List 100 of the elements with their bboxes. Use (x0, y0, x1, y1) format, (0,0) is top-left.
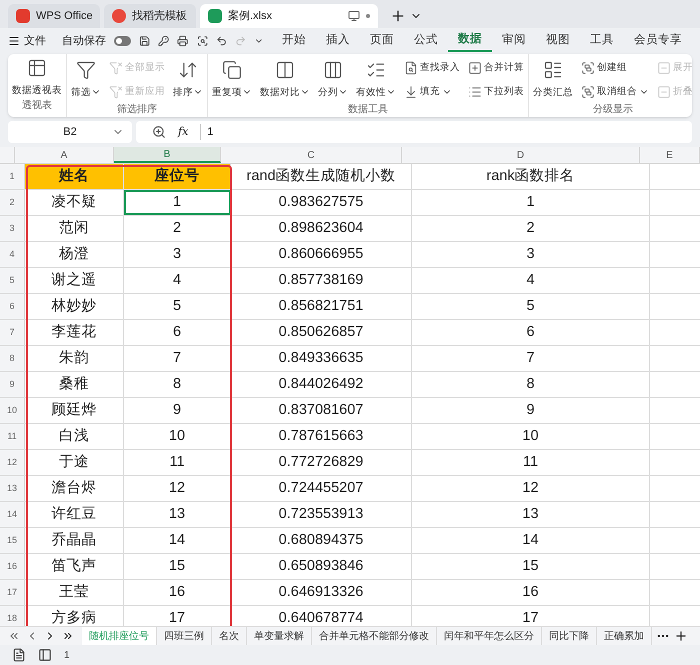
ribbon-button[interactable]: 筛选 (69, 60, 103, 100)
preview-icon[interactable] (196, 34, 208, 48)
autosave-toggle[interactable] (114, 36, 131, 46)
table-cell: 1 (412, 190, 650, 215)
menu-tab[interactable]: 视图 (536, 30, 580, 52)
status-count: 1 (64, 648, 70, 662)
table-cell: 笛飞声 (25, 554, 124, 579)
table-cell: 9 (412, 398, 650, 423)
table-cell: 13 (124, 502, 231, 527)
menu-tab[interactable]: 开始 (272, 30, 316, 52)
add-sheet-icon[interactable] (674, 629, 688, 643)
ribbon-button[interactable]: 重复项 (210, 60, 254, 100)
name-box[interactable]: B2 (8, 121, 132, 143)
group-title: 分级显示 (592, 103, 634, 117)
table-cell: 座位号 (124, 164, 231, 189)
menu-tab[interactable]: 页面 (360, 30, 404, 52)
new-tab-icon[interactable] (390, 8, 406, 24)
sheet-tab[interactable]: 随机排座位号 (82, 626, 157, 646)
sort-icon (178, 60, 198, 80)
ribbon-button[interactable]: 查找录入 (402, 58, 462, 78)
ribbon-button[interactable]: 填充 (402, 82, 462, 102)
menu-tab[interactable]: 会员专享 (624, 30, 692, 52)
logo-icon (112, 9, 126, 23)
square-plus-icon (468, 61, 482, 75)
zoom-icon[interactable] (152, 125, 166, 139)
ribbon-button[interactable]: 下拉列表 (466, 82, 526, 102)
table-cell: 11 (124, 450, 231, 475)
sheet-icon (208, 9, 222, 23)
menu-tab[interactable]: 插入 (316, 30, 360, 52)
print-icon[interactable] (177, 34, 189, 48)
ribbon-button[interactable]: 数据对比 (258, 60, 312, 100)
row-header[interactable]: 11 (0, 424, 25, 449)
group-title: 透视表 (21, 98, 53, 114)
ribbon-button[interactable]: 分列 (316, 60, 350, 100)
key-icon[interactable] (158, 34, 170, 48)
column-header[interactable]: E (640, 147, 700, 163)
row-header[interactable]: 10 (0, 398, 25, 423)
last-sheet-icon[interactable] (62, 630, 74, 642)
file-menu[interactable]: 文件 (8, 32, 46, 50)
first-sheet-icon[interactable] (8, 630, 20, 642)
row-header[interactable]: 5 (0, 268, 25, 293)
undo-icon[interactable] (216, 34, 228, 48)
filter-off-icon (109, 61, 123, 75)
column-header[interactable]: B (114, 147, 221, 163)
column-header[interactable]: C (221, 147, 402, 163)
row-header[interactable]: 9 (0, 372, 25, 397)
row-header[interactable]: 13 (0, 476, 25, 501)
row-header[interactable]: 4 (0, 242, 25, 267)
app-tab[interactable]: WPS Office (8, 4, 100, 28)
app-tab[interactable]: 案例.xlsx (200, 4, 378, 28)
menu-tab[interactable]: 工具 (580, 30, 624, 52)
row-header[interactable]: 8 (0, 346, 25, 371)
row-header[interactable]: 2 (0, 190, 25, 215)
ribbon-button[interactable]: 取消组合 (579, 82, 651, 102)
menu-tab[interactable]: 审阅 (492, 30, 536, 52)
table-cell: 16 (412, 580, 650, 605)
save-icon[interactable] (138, 34, 150, 48)
row-header[interactable]: 6 (0, 294, 25, 319)
row-header[interactable]: 17 (0, 580, 25, 605)
ribbon-button[interactable]: 排序 (171, 60, 205, 100)
function-label[interactable]: fx (178, 124, 188, 140)
ribbon-button[interactable]: 合并计算 (466, 58, 526, 78)
table-cell: 姓名 (25, 164, 124, 189)
document-icon[interactable] (12, 648, 26, 662)
formula-field[interactable]: 1 (200, 124, 214, 140)
table-cell: 澹台烬 (25, 476, 124, 501)
filter-icon (76, 60, 96, 80)
ribbon-button[interactable]: 有效性 (354, 60, 398, 100)
table-cell: 0.850626857 (231, 320, 412, 345)
table-cell: 1 (124, 190, 231, 215)
table-cell: rand函数生成随机小数 (231, 164, 412, 189)
table-cell: 4 (124, 268, 231, 293)
ribbon-button[interactable]: 创建组 (579, 58, 651, 78)
row-header[interactable]: 7 (0, 320, 25, 345)
table-cell: 0.837081607 (231, 398, 412, 423)
group-title: 筛选排序 (116, 102, 158, 117)
table-cell: 13 (412, 502, 650, 527)
table-cell: 朱韵 (25, 346, 124, 371)
table-cell: 林妙妙 (25, 294, 124, 319)
row-header[interactable]: 1 (0, 164, 25, 189)
panel-icon[interactable] (38, 648, 52, 662)
column-header[interactable]: D (402, 147, 640, 163)
table-cell: 0.857738169 (231, 268, 412, 293)
table-cell: 许红豆 (25, 502, 124, 527)
ribbon-button[interactable]: 数据透视表 (10, 58, 64, 98)
table-cell: 李莲花 (25, 320, 124, 345)
table-cell: 15 (124, 554, 231, 579)
ribbon-button[interactable]: 分类汇总 (531, 60, 575, 100)
layout-list-icon (543, 60, 563, 80)
row-header[interactable]: 12 (0, 450, 25, 475)
table-cell: 11 (412, 450, 650, 475)
row-header[interactable]: 3 (0, 216, 25, 241)
row-header[interactable]: 14 (0, 502, 25, 527)
table-cell: 于途 (25, 450, 124, 475)
row-header[interactable]: 15 (0, 528, 25, 553)
row-header[interactable]: 16 (0, 554, 25, 579)
menu-tab[interactable]: 数据 (448, 30, 492, 52)
app-tab[interactable]: 找稻壳模板 (104, 4, 196, 28)
menu-tab[interactable]: 公式 (404, 30, 448, 52)
row-header[interactable]: 18 (0, 606, 25, 626)
